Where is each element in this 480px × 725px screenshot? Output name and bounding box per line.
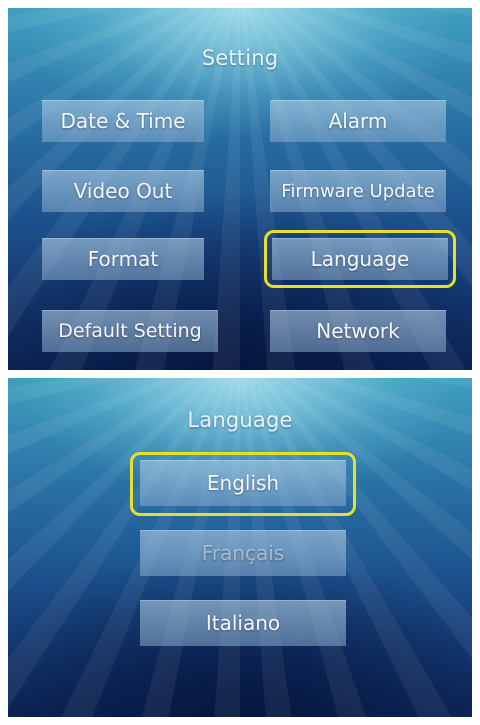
- francais-label: Français: [201, 541, 285, 565]
- network-label: Network: [316, 319, 400, 343]
- language-title: Language: [187, 408, 293, 432]
- format-button[interactable]: Format: [42, 238, 204, 280]
- video-out-button[interactable]: Video Out: [42, 170, 204, 212]
- language-button[interactable]: Language: [272, 238, 448, 280]
- english-label: English: [206, 471, 280, 495]
- date-time-label: Date & Time: [60, 109, 186, 133]
- firmware-update-button[interactable]: Firmware Update: [270, 170, 446, 212]
- english-option[interactable]: English: [140, 460, 346, 506]
- language-label: Language: [310, 247, 410, 271]
- network-button[interactable]: Network: [270, 310, 446, 352]
- settings-screen: Setting Date & Time Alarm Video Out Firm…: [8, 8, 472, 370]
- firmware-update-label: Firmware Update: [281, 180, 435, 202]
- language-screen: Language English Français Italiano: [8, 378, 472, 717]
- format-label: Format: [87, 247, 159, 271]
- video-out-label: Video Out: [73, 179, 173, 203]
- default-setting-button[interactable]: Default Setting: [42, 310, 218, 352]
- date-time-button[interactable]: Date & Time: [42, 100, 204, 142]
- italiano-label: Italiano: [205, 611, 281, 635]
- alarm-label: Alarm: [328, 109, 388, 133]
- alarm-button[interactable]: Alarm: [270, 100, 446, 142]
- italiano-option[interactable]: Italiano: [140, 600, 346, 646]
- francais-option[interactable]: Français: [140, 530, 346, 576]
- default-setting-label: Default Setting: [58, 320, 202, 342]
- settings-title: Setting: [201, 46, 279, 70]
